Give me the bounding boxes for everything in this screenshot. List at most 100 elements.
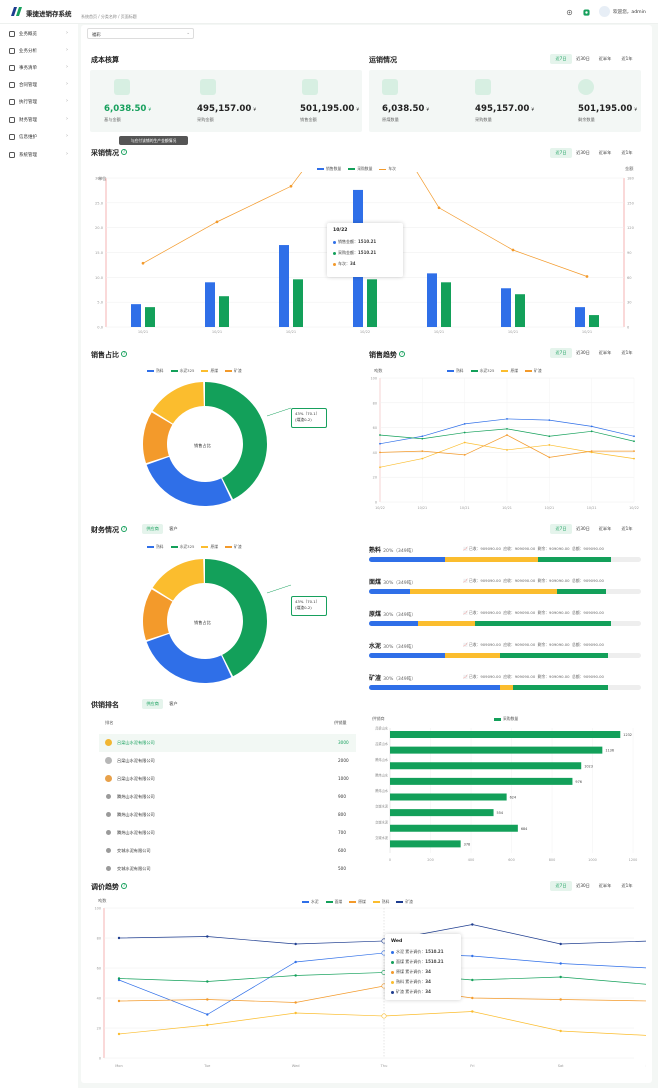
tab-half-year[interactable]: 近半年 — [594, 881, 616, 891]
ranking-row[interactable]: 交城水泥有限公司 500 — [99, 860, 356, 878]
filter-select[interactable]: 福彩 ⌄ — [87, 28, 194, 39]
ranking-row[interactable]: 腾炜山水泥有限公司 700 — [99, 824, 356, 842]
progress-segment — [369, 685, 500, 690]
finance-range-tabs: 近7日 近30日 近半年 近1年 — [550, 524, 638, 534]
tab-7d[interactable]: 近7日 — [550, 348, 572, 358]
chevron-right-icon: › — [66, 133, 68, 139]
progress-segment — [369, 621, 418, 626]
logo-icon — [11, 7, 22, 16]
sidebar-item-overview[interactable]: 业务概览 › — [0, 26, 78, 42]
help-icon[interactable]: ? — [121, 351, 127, 357]
y-tick-label: 10.0 — [95, 276, 104, 280]
tab-7d[interactable]: 近7日 — [550, 524, 572, 534]
sidebar-item-contracts[interactable]: 合同管理 › — [0, 77, 78, 93]
rank-dot-icon — [106, 794, 111, 799]
line-point — [289, 184, 293, 188]
ranking-row[interactable]: 腾炜山水泥有限公司 900 — [99, 788, 356, 806]
tab-half-year[interactable]: 近半年 — [594, 348, 616, 358]
line-point — [379, 451, 381, 454]
sidebar-item-label: 信息维护 — [19, 135, 37, 140]
tab-year[interactable]: 近1年 — [616, 148, 638, 158]
ranking-row[interactable]: 吕梁山水泥有限公司 3000 — [99, 734, 356, 752]
line-point — [421, 457, 424, 460]
line-point — [506, 427, 508, 430]
x-tick-label: 10/21 — [582, 330, 592, 334]
ranking-row[interactable]: 吕梁山水泥有限公司 1000 — [99, 770, 356, 788]
ops-value-2: 495,157.00 ¥ — [475, 104, 535, 114]
x-tick-label: 10/22 — [360, 330, 370, 334]
bar — [501, 288, 511, 327]
tab-customer[interactable]: 客户 — [163, 524, 184, 534]
notification-icon[interactable] — [583, 9, 590, 16]
help-icon[interactable]: ? — [121, 883, 127, 889]
overview-icon — [9, 31, 15, 37]
tab-30d[interactable]: 近30日 — [572, 348, 594, 358]
tab-year[interactable]: 近1年 — [616, 54, 638, 64]
sidebar-item-analysis[interactable]: 业务分析 › — [0, 43, 78, 59]
sidebar-item-info[interactable]: 信息维护 › — [0, 129, 78, 145]
y-tick-label: 40 — [373, 451, 377, 455]
avatar[interactable] — [599, 6, 610, 17]
y-tick-label: 0.0 — [97, 326, 103, 330]
bar-value: 1023 — [584, 764, 593, 768]
tab-half-year[interactable]: 近半年 — [594, 148, 616, 158]
tab-half-year[interactable]: 近半年 — [594, 54, 616, 64]
ranking-row[interactable]: 吕梁山水泥有限公司 2000 — [99, 752, 356, 770]
tab-7d[interactable]: 近7日 — [550, 54, 572, 64]
ops-label-3: 剩余数量 — [578, 117, 595, 122]
sidebar-item-tasks[interactable]: 事务清单 › — [0, 60, 78, 76]
settings-icon[interactable] — [566, 9, 573, 16]
bar-value: 624 — [510, 796, 516, 800]
sidebar-item-label: 业务分析 — [19, 49, 37, 54]
sidebar-item-finance[interactable]: 财务管理 › — [0, 112, 78, 128]
x-tick-label: 1200 — [629, 858, 638, 862]
tab-half-year[interactable]: 近半年 — [594, 524, 616, 534]
chevron-right-icon: › — [66, 151, 68, 157]
bar — [293, 279, 303, 327]
ranking-head-volume: 供销量 — [334, 720, 347, 725]
tab-7d[interactable]: 近7日 — [550, 148, 572, 158]
tab-30d[interactable]: 近30日 — [572, 881, 594, 891]
sidebar: 业务概览 › 业务分析 › 事务清单 › 合同管理 › 执行管理 › 财务管理 › 信息维护… — [0, 24, 78, 1088]
tab-year[interactable]: 近1年 — [616, 524, 638, 534]
y2-tick-label: 90 — [627, 251, 632, 255]
line-point — [590, 450, 593, 453]
y-tick-label: 交城水泥 — [375, 804, 389, 809]
help-icon[interactable]: ? — [121, 149, 127, 155]
sidebar-item-execution[interactable]: 执行管理 › — [0, 94, 78, 110]
chart-icon: 📈 — [463, 578, 468, 583]
user-greeting[interactable]: 欢迎您，admin — [613, 9, 646, 15]
line-point — [463, 441, 466, 444]
tab-7d[interactable]: 近7日 — [550, 881, 572, 891]
sidebar-item-system[interactable]: 系统管理 › — [0, 147, 78, 163]
tab-30d[interactable]: 近30日 — [572, 54, 594, 64]
y-tick-label: 20 — [97, 1027, 101, 1031]
help-icon[interactable]: ? — [399, 351, 405, 357]
ranking-type-tabs: 供应商 客户 — [142, 699, 184, 709]
tab-30d[interactable]: 近30日 — [572, 148, 594, 158]
tab-year[interactable]: 近1年 — [616, 348, 638, 358]
y-tick-label: 5.0 — [97, 301, 103, 305]
ranking-row[interactable]: 腾炜山水泥有限公司 800 — [99, 806, 356, 824]
row-stats: 📈 已收：909090.00 应收：909090.00 剩余：909090.00… — [463, 578, 604, 583]
line-point — [590, 430, 593, 433]
tab-supplier[interactable]: 供应商 — [142, 524, 163, 534]
callout-line — [266, 407, 292, 417]
tab-customer[interactable]: 客户 — [163, 699, 184, 709]
tooltip-row: 采购金额：1510.21 — [333, 250, 376, 256]
line-point — [506, 449, 508, 451]
line-point — [548, 419, 551, 422]
line-point — [633, 440, 635, 443]
sidebar-item-label: 财务管理 — [19, 118, 37, 123]
sidebar-item-label: 系统管理 — [19, 153, 37, 158]
sidebar-item-label: 合同管理 — [19, 83, 37, 88]
tab-supplier[interactable]: 供应商 — [142, 699, 163, 709]
bar — [390, 840, 461, 848]
tab-year[interactable]: 近1年 — [616, 881, 638, 891]
price-range-tabs: 近7日 近30日 近半年 近1年 — [550, 881, 638, 891]
help-icon[interactable]: ? — [121, 526, 127, 532]
filter-value: 福彩 — [92, 33, 101, 38]
ranking-row[interactable]: 交城水泥有限公司 600 — [99, 842, 356, 860]
breadcrumb[interactable]: 系统首页 / 分类名称 / 页面标题 — [81, 14, 137, 20]
tab-30d[interactable]: 近30日 — [572, 524, 594, 534]
